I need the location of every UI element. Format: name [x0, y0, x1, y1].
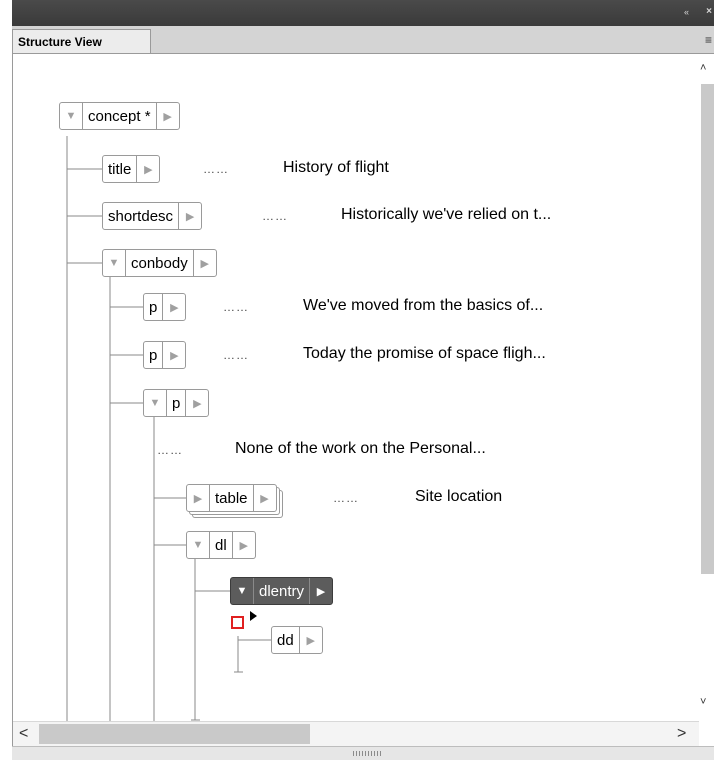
scroll-down-icon[interactable]: ˅: [700, 696, 706, 708]
tree-node-p[interactable]: p ▶: [143, 341, 187, 369]
tree-node-dd[interactable]: dd ▶: [271, 626, 323, 654]
expand-triangle-icon[interactable]: ▼: [103, 250, 125, 276]
scroll-right-icon[interactable]: >: [677, 725, 686, 743]
resize-grip-icon[interactable]: [353, 751, 381, 756]
insertion-caret-icon: [250, 611, 257, 621]
expand-triangle-icon[interactable]: ▼: [187, 532, 209, 558]
vertical-scrollbar[interactable]: ˄ ˅: [699, 54, 714, 721]
text-leader-dots: ……: [157, 443, 183, 457]
structure-tree: ▼ concept * ▶ title ▶ …… History of flig…: [13, 54, 699, 721]
text-leader-dots: ……: [333, 491, 359, 505]
text-node[interactable]: We've moved from the basics of...: [303, 297, 543, 315]
panel-resize-bar[interactable]: [12, 746, 714, 760]
close-icon[interactable]: ×: [706, 6, 712, 17]
attributes-triangle-icon[interactable]: ▶: [252, 485, 276, 511]
tree-node-conbody[interactable]: ▼ conbody ▶: [102, 249, 217, 277]
missing-element-marker[interactable]: [231, 616, 244, 629]
element-name: table: [209, 485, 253, 511]
text-leader-dots: ……: [223, 348, 249, 362]
tree-node-table[interactable]: ▶ table ▶: [186, 484, 277, 512]
text-node[interactable]: Site location: [415, 488, 502, 506]
expand-triangle-icon[interactable]: ▼: [60, 103, 82, 129]
tree-node-p[interactable]: ▼ p ▶: [143, 389, 210, 417]
element-name: concept *: [82, 103, 156, 129]
attributes-triangle-icon[interactable]: ▶: [185, 390, 208, 416]
text-leader-dots: ……: [223, 300, 249, 314]
scroll-up-icon[interactable]: ˄: [700, 62, 706, 74]
text-leader-dots: ……: [262, 209, 288, 223]
scroll-left-icon[interactable]: <: [19, 725, 28, 743]
tree-node-dl[interactable]: ▼ dl ▶: [186, 531, 256, 559]
attributes-triangle-icon[interactable]: ▶: [178, 203, 201, 229]
horizontal-scroll-thumb[interactable]: [39, 724, 310, 744]
vertical-scroll-thumb[interactable]: [701, 84, 714, 574]
element-name: p: [149, 298, 158, 316]
element-name: p: [166, 390, 185, 416]
tab-strip: Structure View ≡: [12, 26, 714, 54]
tree-node-concept[interactable]: ▼ concept * ▶: [59, 102, 180, 130]
horizontal-scrollbar[interactable]: < >: [13, 721, 699, 746]
panel-menu-icon[interactable]: ≡: [705, 33, 712, 47]
element-name: title: [108, 160, 132, 178]
tree-node-dlentry[interactable]: ▼ dlentry ▶: [230, 577, 334, 605]
attributes-triangle-icon[interactable]: ▶: [192, 250, 216, 276]
attributes-triangle-icon[interactable]: ▶: [298, 627, 322, 653]
attributes-triangle-icon[interactable]: ▶: [231, 532, 255, 558]
text-node[interactable]: Historically we've relied on t...: [341, 206, 551, 224]
expand-triangle-icon[interactable]: ▼: [144, 390, 166, 416]
expand-triangle-icon[interactable]: ▼: [231, 578, 253, 604]
element-name: shortdesc: [108, 207, 174, 225]
element-name: dlentry: [253, 578, 309, 604]
text-node[interactable]: None of the work on the Personal...: [235, 440, 486, 458]
element-name: dl: [209, 532, 232, 558]
tree-node-title[interactable]: title ▶: [102, 155, 161, 183]
attributes-triangle-icon[interactable]: ▶: [136, 156, 159, 182]
attributes-triangle-icon[interactable]: ▶: [155, 103, 179, 129]
attributes-triangle-icon[interactable]: ▶: [309, 578, 332, 604]
element-name: dd: [277, 631, 294, 649]
tree-node-p[interactable]: p ▶: [143, 293, 187, 321]
attributes-triangle-icon[interactable]: ▶: [162, 342, 185, 368]
panel-titlebar: « ×: [12, 0, 714, 26]
element-name: conbody: [125, 250, 193, 276]
tab-structure-view[interactable]: Structure View: [12, 29, 151, 53]
collapsed-triangle-icon[interactable]: ▶: [187, 485, 209, 511]
collapse-icon[interactable]: «: [684, 7, 689, 17]
text-leader-dots: ……: [203, 162, 229, 176]
text-node[interactable]: History of flight: [283, 159, 389, 177]
attributes-triangle-icon[interactable]: ▶: [162, 294, 185, 320]
tree-node-shortdesc[interactable]: shortdesc ▶: [102, 202, 203, 230]
element-name: p: [149, 346, 158, 364]
text-node[interactable]: Today the promise of space fligh...: [303, 345, 546, 363]
